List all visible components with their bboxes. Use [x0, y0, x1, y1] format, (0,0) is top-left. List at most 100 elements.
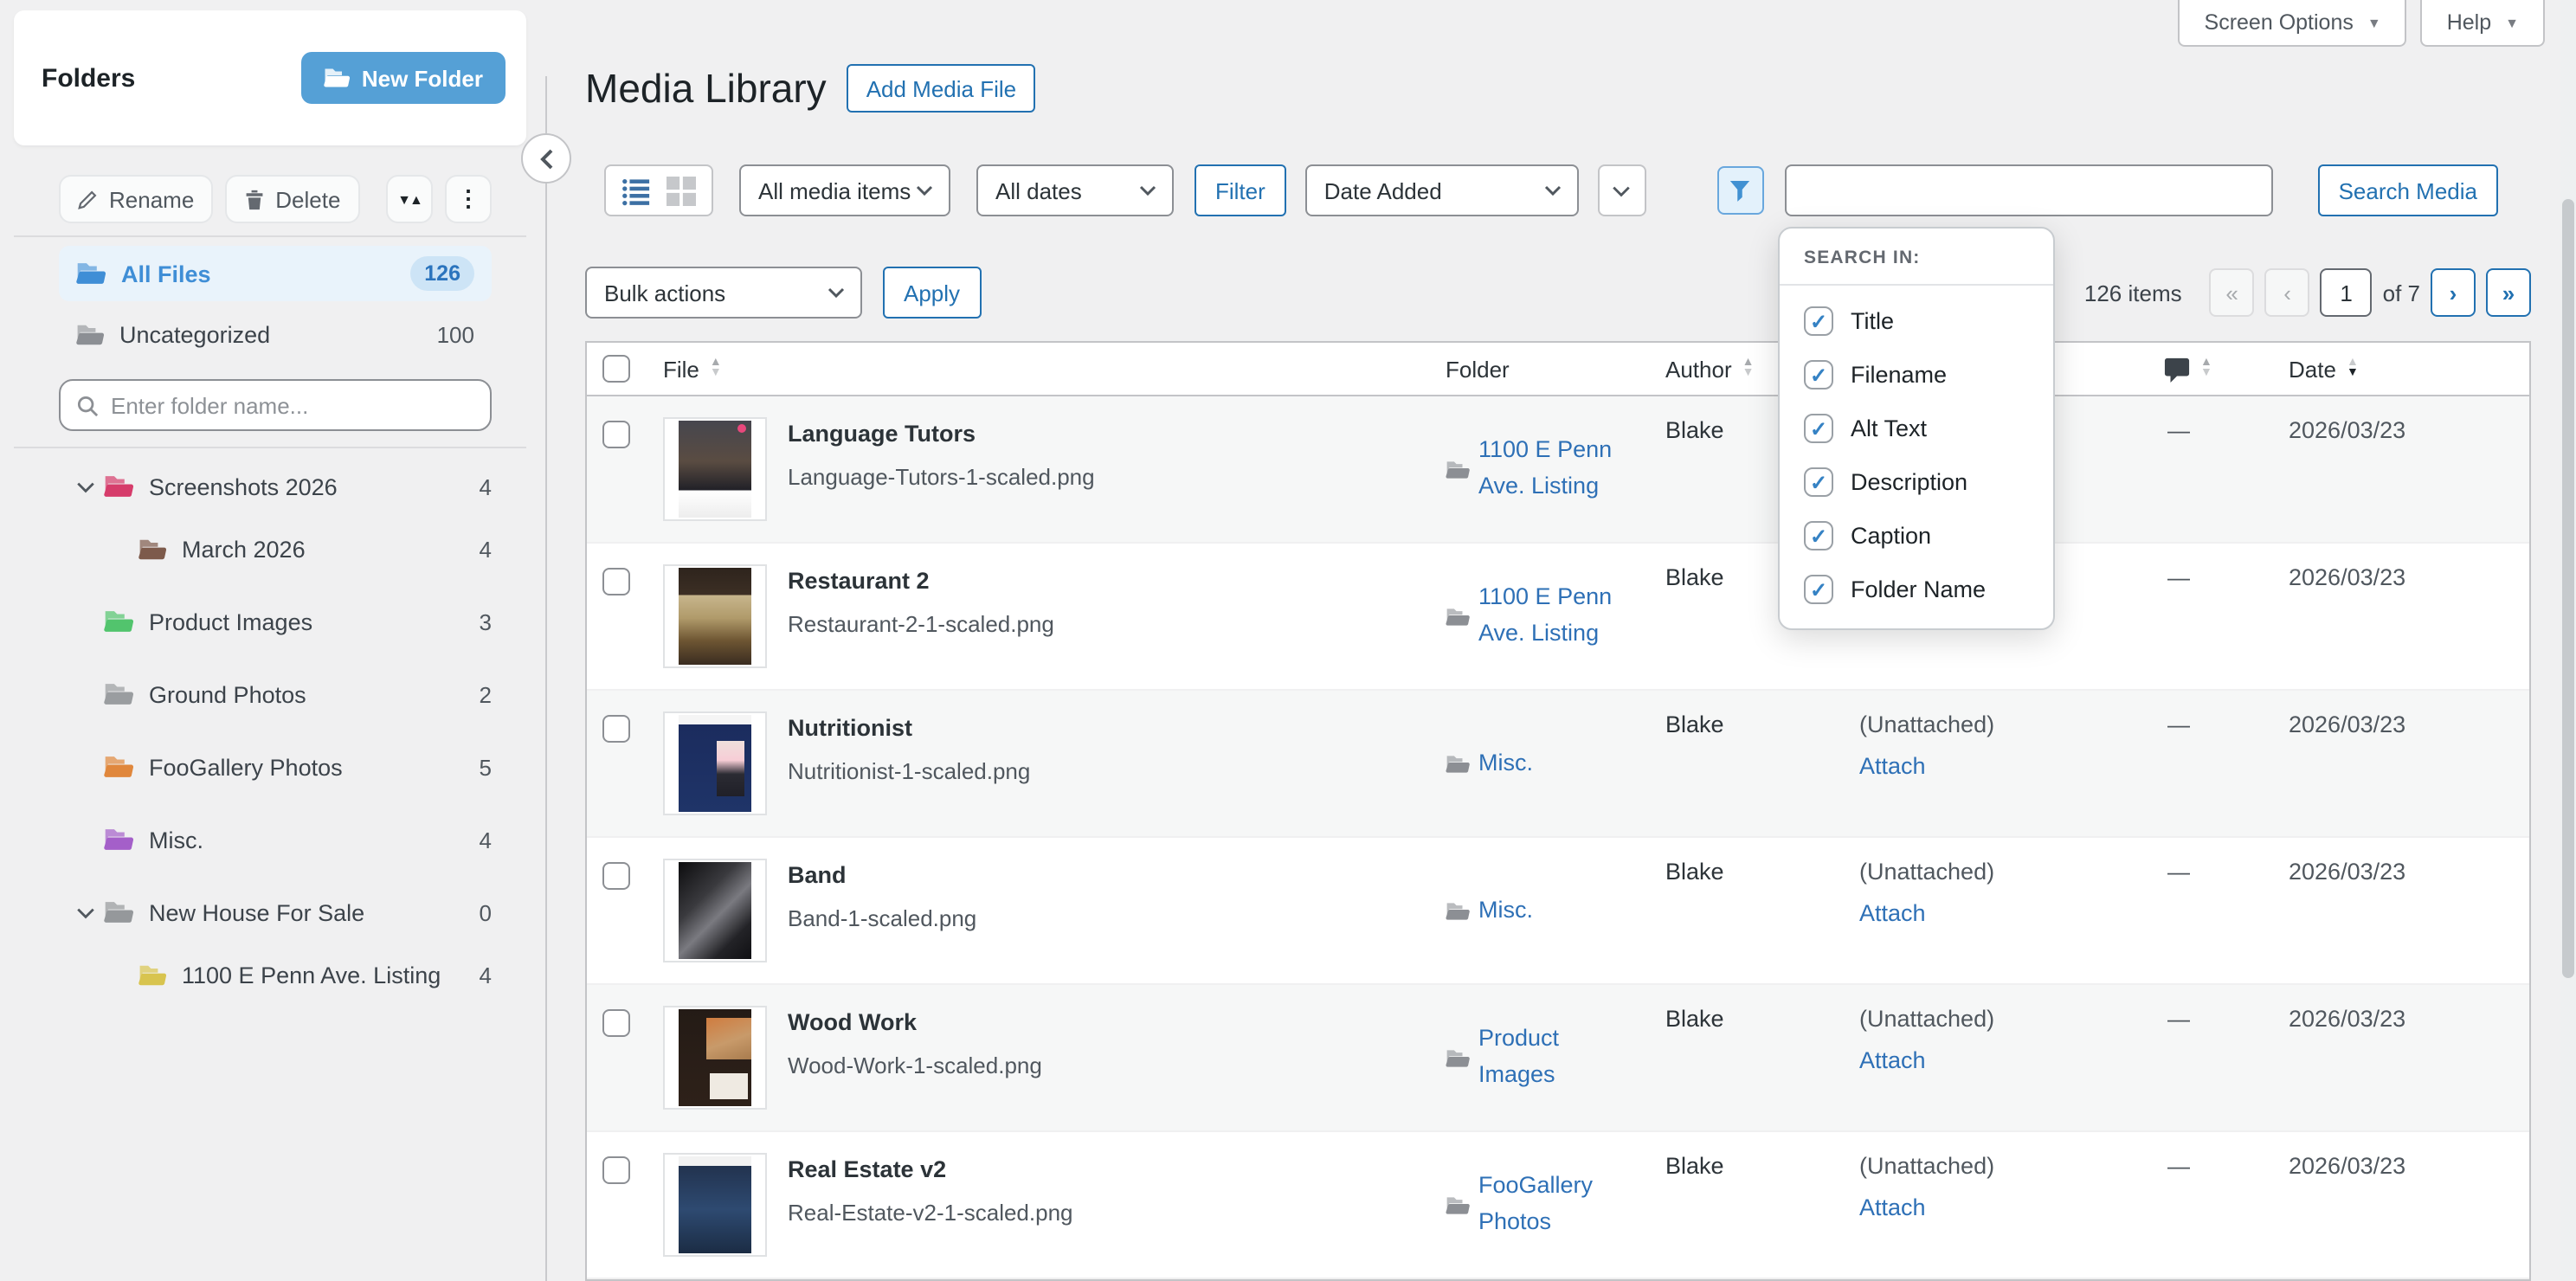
folder-link[interactable]: 1100 E Penn Ave. Listing — [1478, 580, 1627, 653]
media-title-link[interactable]: Band — [788, 862, 847, 888]
chevron-down-icon[interactable] — [76, 906, 104, 918]
folder-tree-item[interactable]: Product Images 3 — [59, 595, 492, 647]
screen-options-button[interactable]: Screen Options ▼ — [2179, 0, 2407, 47]
search-media-button[interactable]: Search Media — [2318, 164, 2498, 216]
checkbox-checked-icon[interactable]: ✓ — [1804, 360, 1833, 389]
row-checkbox[interactable] — [602, 421, 630, 448]
media-thumbnail[interactable] — [663, 417, 767, 521]
media-title-link[interactable]: Nutritionist — [788, 715, 912, 741]
add-media-file-button[interactable]: Add Media File — [847, 64, 1035, 113]
search-in-option-caption[interactable]: ✓ Caption — [1780, 509, 2053, 563]
row-checkbox[interactable] — [602, 862, 630, 890]
bulk-actions-select[interactable]: Bulk actions — [585, 267, 862, 319]
media-title-link[interactable]: Restaurant 2 — [788, 568, 930, 594]
folder-label: Product Images — [149, 608, 312, 634]
media-thumbnail[interactable] — [663, 711, 767, 815]
comments-cell: — — [2150, 838, 2275, 983]
folder-tree-item[interactable]: Misc. 4 — [59, 814, 492, 866]
attach-link[interactable]: Attach — [1859, 1194, 1926, 1220]
filter-button[interactable]: Filter — [1195, 164, 1286, 216]
search-in-option-alt-text[interactable]: ✓ Alt Text — [1780, 402, 2053, 455]
chevron-down-icon[interactable] — [76, 480, 104, 492]
checkbox-checked-icon[interactable]: ✓ — [1804, 575, 1833, 604]
date-filter-select[interactable]: All dates — [976, 164, 1174, 216]
checkbox-checked-icon[interactable]: ✓ — [1804, 467, 1833, 497]
prev-page-button[interactable]: ‹ — [2265, 268, 2310, 317]
folder-count: 5 — [480, 754, 492, 780]
checkbox-checked-icon[interactable]: ✓ — [1804, 414, 1833, 443]
media-type-filter-select[interactable]: All media items — [739, 164, 950, 216]
row-checkbox[interactable] — [602, 568, 630, 595]
folder-search-input[interactable] — [111, 392, 474, 418]
folder-link[interactable]: Misc. — [1478, 745, 1533, 782]
new-folder-button[interactable]: New Folder — [301, 52, 506, 104]
folder-tree-item[interactable]: Screenshots 2026 4 — [59, 460, 492, 512]
search-in-option-folder-name[interactable]: ✓ Folder Name — [1780, 563, 2053, 616]
folder-tree-item[interactable]: Ground Photos 2 — [59, 668, 492, 720]
grid-view-button[interactable] — [667, 176, 696, 205]
folder-cell: FooGallery Photos — [1439, 1132, 1652, 1278]
media-thumbnail[interactable] — [663, 859, 767, 962]
folder-link[interactable]: Product Images — [1478, 1021, 1627, 1094]
media-thumbnail[interactable] — [663, 564, 767, 668]
checkbox-checked-icon[interactable]: ✓ — [1804, 521, 1833, 550]
sort-by-select[interactable]: Date Added — [1305, 164, 1579, 216]
sidebar-item-all-files[interactable]: All Files 126 — [59, 246, 492, 301]
row-checkbox[interactable] — [602, 715, 630, 743]
search-in-option-description[interactable]: ✓ Description — [1780, 455, 2053, 509]
attach-link[interactable]: Attach — [1859, 1047, 1926, 1073]
search-in-option-filename[interactable]: ✓ Filename — [1780, 348, 2053, 402]
folder-tree-item[interactable]: New House For Sale 0 — [59, 886, 492, 938]
comment-bubble-icon — [2164, 356, 2190, 382]
folder-count: 4 — [480, 473, 492, 499]
scrollbar-thumb[interactable] — [2562, 199, 2574, 978]
media-thumbnail[interactable] — [663, 1153, 767, 1257]
column-header-date[interactable]: Date ▲▼ — [2275, 356, 2529, 382]
media-search-input[interactable] — [1785, 164, 2273, 216]
column-header-file[interactable]: File ▲▼ — [646, 356, 1439, 382]
folder-icon — [104, 474, 133, 499]
comments-cell: — — [2150, 1132, 2275, 1278]
media-title-link[interactable]: Real Estate v2 — [788, 1156, 946, 1182]
delete-folder-button[interactable]: Delete — [225, 175, 359, 223]
attach-link[interactable]: Attach — [1859, 753, 1926, 779]
row-checkbox[interactable] — [602, 1156, 630, 1184]
last-page-button[interactable]: » — [2486, 268, 2531, 317]
media-title-link[interactable]: Language Tutors — [788, 421, 976, 447]
next-page-button[interactable]: › — [2431, 268, 2476, 317]
date-cell: 2026/03/23 — [2275, 544, 2529, 689]
media-table: File ▲▼ Folder Author ▲▼ ▲▼ Date ▲▼ — [585, 341, 2531, 1281]
apply-button[interactable]: Apply — [883, 267, 981, 319]
rename-folder-button[interactable]: Rename — [59, 175, 213, 223]
sort-folders-button[interactable]: ▼▲ — [386, 175, 433, 223]
folder-tree-item[interactable]: 1100 E Penn Ave. Listing 4 — [59, 949, 492, 1001]
attach-link[interactable]: Attach — [1859, 900, 1926, 926]
search-in-option-title[interactable]: ✓ Title — [1780, 294, 2053, 348]
folder-link[interactable]: Misc. — [1478, 892, 1533, 929]
sort-direction-button[interactable] — [1598, 164, 1646, 216]
first-page-button[interactable]: « — [2210, 268, 2255, 317]
search-in-title: SEARCH IN: — [1780, 229, 2053, 286]
media-title-link[interactable]: Wood Work — [788, 1009, 917, 1035]
checkbox-checked-icon[interactable]: ✓ — [1804, 306, 1833, 336]
row-checkbox[interactable] — [602, 1009, 630, 1037]
table-header: File ▲▼ Folder Author ▲▼ ▲▼ Date ▲▼ — [587, 343, 2529, 396]
advanced-filter-button[interactable] — [1717, 166, 1764, 215]
help-button[interactable]: Help ▼ — [2421, 0, 2545, 47]
select-all-checkbox[interactable] — [602, 355, 630, 383]
folder-label: New House For Sale — [149, 899, 364, 925]
current-page-input[interactable] — [2321, 268, 2373, 317]
folder-options-button[interactable]: ⋮ — [445, 175, 492, 223]
collapse-sidebar-button[interactable] — [521, 133, 571, 183]
sidebar-item-uncategorized[interactable]: Uncategorized 100 — [59, 308, 492, 360]
folder-link[interactable]: FooGallery Photos — [1478, 1168, 1627, 1241]
folder-link[interactable]: 1100 E Penn Ave. Listing — [1478, 433, 1627, 505]
media-thumbnail[interactable] — [663, 1006, 767, 1110]
folder-tree-item[interactable]: March 2026 4 — [59, 523, 492, 575]
folder-icon — [138, 538, 166, 560]
column-header-comments[interactable]: ▲▼ — [2150, 356, 2275, 382]
page-scrollbar[interactable] — [2560, 0, 2576, 1281]
folder-tree-item[interactable]: FooGallery Photos 5 — [59, 741, 492, 793]
list-view-button[interactable] — [621, 176, 651, 205]
sort-by-value: Date Added — [1324, 177, 1442, 203]
